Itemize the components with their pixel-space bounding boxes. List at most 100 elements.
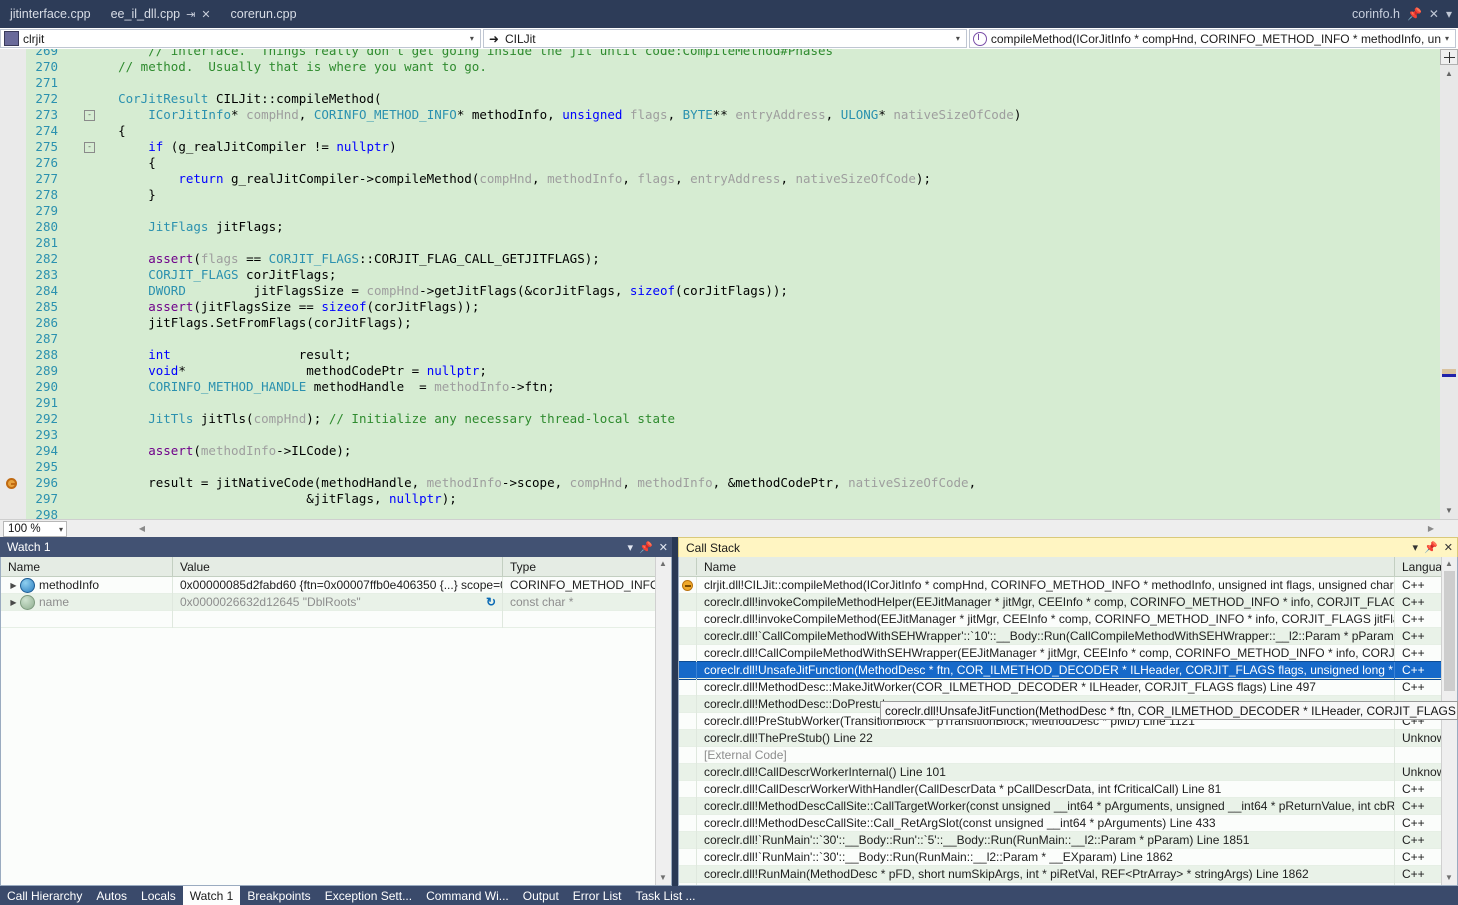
code-line[interactable]: 276 { (0, 155, 1440, 171)
call-stack-frame-name[interactable]: coreclr.dll!CallDescrWorkerInternal() Li… (697, 763, 1395, 781)
scroll-left-arrow-icon[interactable]: ◀ (135, 521, 149, 537)
code-line[interactable]: 290 CORINFO_METHOD_HANDLE methodHandle =… (0, 379, 1440, 395)
call-stack-row[interactable]: coreclr.dll!CallCompileMethodWithSEHWrap… (679, 644, 1457, 662)
editor-tab-2[interactable]: corerun.cpp (220, 0, 307, 28)
watch-rows[interactable]: ▶ methodInfo 0x00000085d2fabd60 {ftn=0x000… (1, 577, 671, 885)
call-stack-row[interactable]: coreclr.dll!UnsafeJitFunction(MethodDesc… (679, 661, 1457, 680)
code-line[interactable]: 298 (0, 507, 1440, 519)
debug-tab-error-list[interactable]: Error List (566, 886, 629, 905)
code-line[interactable]: 286 jitFlags.SetFromFlags(corJitFlags); (0, 315, 1440, 331)
chevron-down-icon[interactable]: ▾ (628, 541, 634, 554)
code-line[interactable]: 269 // interface. Things really don't ge… (0, 49, 1440, 59)
call-stack-row[interactable]: coreclr.dll!invokeCompileMethodHelper(EE… (679, 593, 1457, 611)
pin-icon[interactable]: 📌 (639, 541, 653, 554)
call-stack-row[interactable]: coreclr.dll!MethodDescCallSite::Call_Ret… (679, 814, 1457, 832)
member-dropdown[interactable]: compileMethod(ICorJitInfo * compHnd, COR… (968, 29, 1456, 48)
call-stack-row[interactable]: coreclr.dll!`RunMain'::`30'::__Body::Run… (679, 848, 1457, 866)
code-line[interactable]: 274 { (0, 123, 1440, 139)
call-stack-frame-name[interactable]: coreclr.dll!MethodDescCallSite::CallTarg… (697, 797, 1395, 815)
scroll-down-arrow-icon[interactable]: ▼ (656, 871, 670, 885)
watch-name-cell[interactable] (1, 610, 173, 628)
watch-vertical-scrollbar[interactable]: ▲ ▼ (655, 557, 671, 885)
code-line[interactable]: 288 int result; (0, 347, 1440, 363)
watch-column-value[interactable]: Value (173, 557, 503, 577)
call-stack-row[interactable]: coreclr.dll!CallDescrWorkerWithHandler(C… (679, 780, 1457, 798)
debug-tab-exception-sett[interactable]: Exception Sett... (318, 886, 419, 905)
project-dropdown[interactable]: clrjit ▾ (0, 29, 481, 48)
chevron-down-icon[interactable]: ▾ (1446, 8, 1452, 20)
call-stack-row[interactable]: clrjit.dll!CILJit::compileMethod(ICorJit… (679, 577, 1457, 594)
debug-tab-watch-1[interactable]: Watch 1 (182, 886, 241, 905)
editor-tab-0[interactable]: jitinterface.cpp (0, 0, 101, 28)
class-dropdown[interactable]: ➜ CILJit ▾ (482, 29, 967, 48)
split-editor-button[interactable] (1440, 49, 1458, 65)
debug-tab-task-list[interactable]: Task List ... (628, 886, 702, 905)
code-line[interactable]: 287 (0, 331, 1440, 347)
call-stack-frame-name[interactable]: [External Code] (697, 746, 1395, 764)
debug-tab-command-wi[interactable]: Command Wi... (419, 886, 516, 905)
code-line[interactable]: 278 } (0, 187, 1440, 203)
scroll-down-arrow-icon[interactable]: ▼ (1440, 502, 1458, 519)
call-stack-row[interactable]: coreclr.dll!MethodDesc::MakeJitWorker(CO… (679, 678, 1457, 696)
call-stack-frame-name[interactable]: clrjit.dll!CILJit::compileMethod(ICorJit… (697, 577, 1395, 594)
scroll-up-arrow-icon[interactable]: ▲ (1440, 65, 1458, 82)
code-line[interactable]: 285 assert(jitFlagsSize == sizeof(corJit… (0, 299, 1440, 315)
call-stack-frame-name[interactable]: coreclr.dll!MethodDesc::MakeJitWorker(CO… (697, 678, 1395, 696)
call-stack-frame-name[interactable]: coreclr.dll!UnsafeJitFunction(MethodDesc… (697, 661, 1395, 679)
call-stack-frame-name[interactable]: coreclr.dll!invokeCompileMethodHelper(EE… (697, 593, 1395, 611)
chevron-down-icon[interactable]: ▾ (1413, 541, 1419, 554)
watch-name-cell[interactable]: ▶ name (1, 593, 173, 611)
scroll-down-arrow-icon[interactable]: ▼ (1442, 871, 1456, 885)
call-stack-column-name[interactable]: Name (697, 557, 1395, 577)
code-line[interactable]: 293 (0, 427, 1440, 443)
code-editor[interactable]: 269 // interface. Things really don't ge… (0, 49, 1458, 519)
scroll-up-arrow-icon[interactable]: ▲ (1442, 557, 1456, 571)
watch-row[interactable]: ▶ methodInfo 0x00000085d2fabd60 {ftn=0x000… (1, 577, 671, 594)
call-stack-frame-name[interactable]: coreclr.dll!CallDescrWorkerWithHandler(C… (697, 780, 1395, 798)
call-stack-frame-name[interactable]: coreclr.dll!`CallCompileMethodWithSEHWra… (697, 627, 1395, 645)
code-line[interactable]: 297 &jitFlags, nullptr); (0, 491, 1440, 507)
watch-row[interactable]: ▶ name 0x0000026632d12645 "DblRoots" ↻ const… (1, 593, 671, 611)
call-stack-row[interactable]: [External Code] (679, 746, 1457, 764)
expand-arrow-icon[interactable]: ▶ (8, 594, 19, 611)
close-icon[interactable]: ✕ (1444, 541, 1453, 554)
watch-empty-row[interactable] (1, 610, 671, 628)
call-stack-row[interactable]: coreclr.dll!invokeCompileMethod(EEJitMan… (679, 610, 1457, 628)
call-stack-row[interactable]: coreclr.dll!MethodDescCallSite::CallTarg… (679, 797, 1457, 815)
pin-icon[interactable]: 📌 (1407, 8, 1422, 20)
call-stack-frame-name[interactable]: coreclr.dll!Assembly::ExecuteMainMethod(… (697, 882, 1395, 885)
code-line[interactable]: 279 (0, 203, 1440, 219)
call-stack-frame-name[interactable]: coreclr.dll!`RunMain'::`30'::__Body::Run… (697, 831, 1395, 849)
watch-type-cell[interactable] (503, 610, 671, 628)
code-line[interactable]: 273- ICorJitInfo* compHnd, CORINFO_METHO… (0, 107, 1440, 123)
close-icon[interactable]: ✕ (1429, 8, 1439, 20)
debug-tab-call-hierarchy[interactable]: Call Hierarchy (0, 886, 89, 905)
code-line[interactable]: 271 (0, 75, 1440, 91)
debug-tab-autos[interactable]: Autos (89, 886, 134, 905)
call-stack-row[interactable]: coreclr.dll!`RunMain'::`30'::__Body::Run… (679, 831, 1457, 849)
call-stack-row[interactable]: coreclr.dll!ThePreStub() Line 22 Unknown (679, 729, 1457, 747)
call-stack-row[interactable]: coreclr.dll!CallDescrWorkerInternal() Li… (679, 763, 1457, 781)
debug-tab-output[interactable]: Output (516, 886, 566, 905)
call-stack-vertical-scrollbar[interactable]: ▲ ▼ (1441, 557, 1457, 885)
refresh-icon[interactable]: ↻ (486, 595, 496, 609)
watch-name-cell[interactable]: ▶ methodInfo (1, 577, 173, 594)
debug-tab-locals[interactable]: Locals (134, 886, 183, 905)
code-line[interactable]: 283 CORJIT_FLAGS corJitFlags; (0, 267, 1440, 283)
call-stack-frame-name[interactable]: coreclr.dll!MethodDescCallSite::Call_Ret… (697, 814, 1395, 832)
code-line[interactable]: 270 // method. Usually that is where you… (0, 59, 1440, 75)
code-line[interactable]: 291 (0, 395, 1440, 411)
code-line[interactable]: 292 JitTls jitTls(compHnd); // Initializ… (0, 411, 1440, 427)
call-stack-frame-name[interactable]: coreclr.dll!invokeCompileMethod(EEJitMan… (697, 610, 1395, 628)
call-stack-row[interactable]: coreclr.dll!Assembly::ExecuteMainMethod(… (679, 882, 1457, 885)
zoom-level-dropdown[interactable]: 100 % ▾ (3, 521, 67, 537)
code-line[interactable]: 296 result = jitNativeCode(methodHandle,… (0, 475, 1440, 491)
call-stack-frame-name[interactable]: coreclr.dll!`RunMain'::`30'::__Body::Run… (697, 848, 1395, 866)
watch-value-cell[interactable]: 0x0000026632d12645 "DblRoots" ↻ (173, 593, 503, 611)
code-line[interactable]: 277 return g_realJitCompiler->compileMet… (0, 171, 1440, 187)
code-line[interactable]: 284 DWORD jitFlagsSize = compHnd->getJit… (0, 283, 1440, 299)
debug-tab-breakpoints[interactable]: Breakpoints (240, 886, 317, 905)
call-stack-frame-name[interactable]: coreclr.dll!CallCompileMethodWithSEHWrap… (697, 644, 1395, 662)
scrollbar-thumb[interactable] (1444, 571, 1455, 691)
code-line[interactable]: 295 (0, 459, 1440, 475)
